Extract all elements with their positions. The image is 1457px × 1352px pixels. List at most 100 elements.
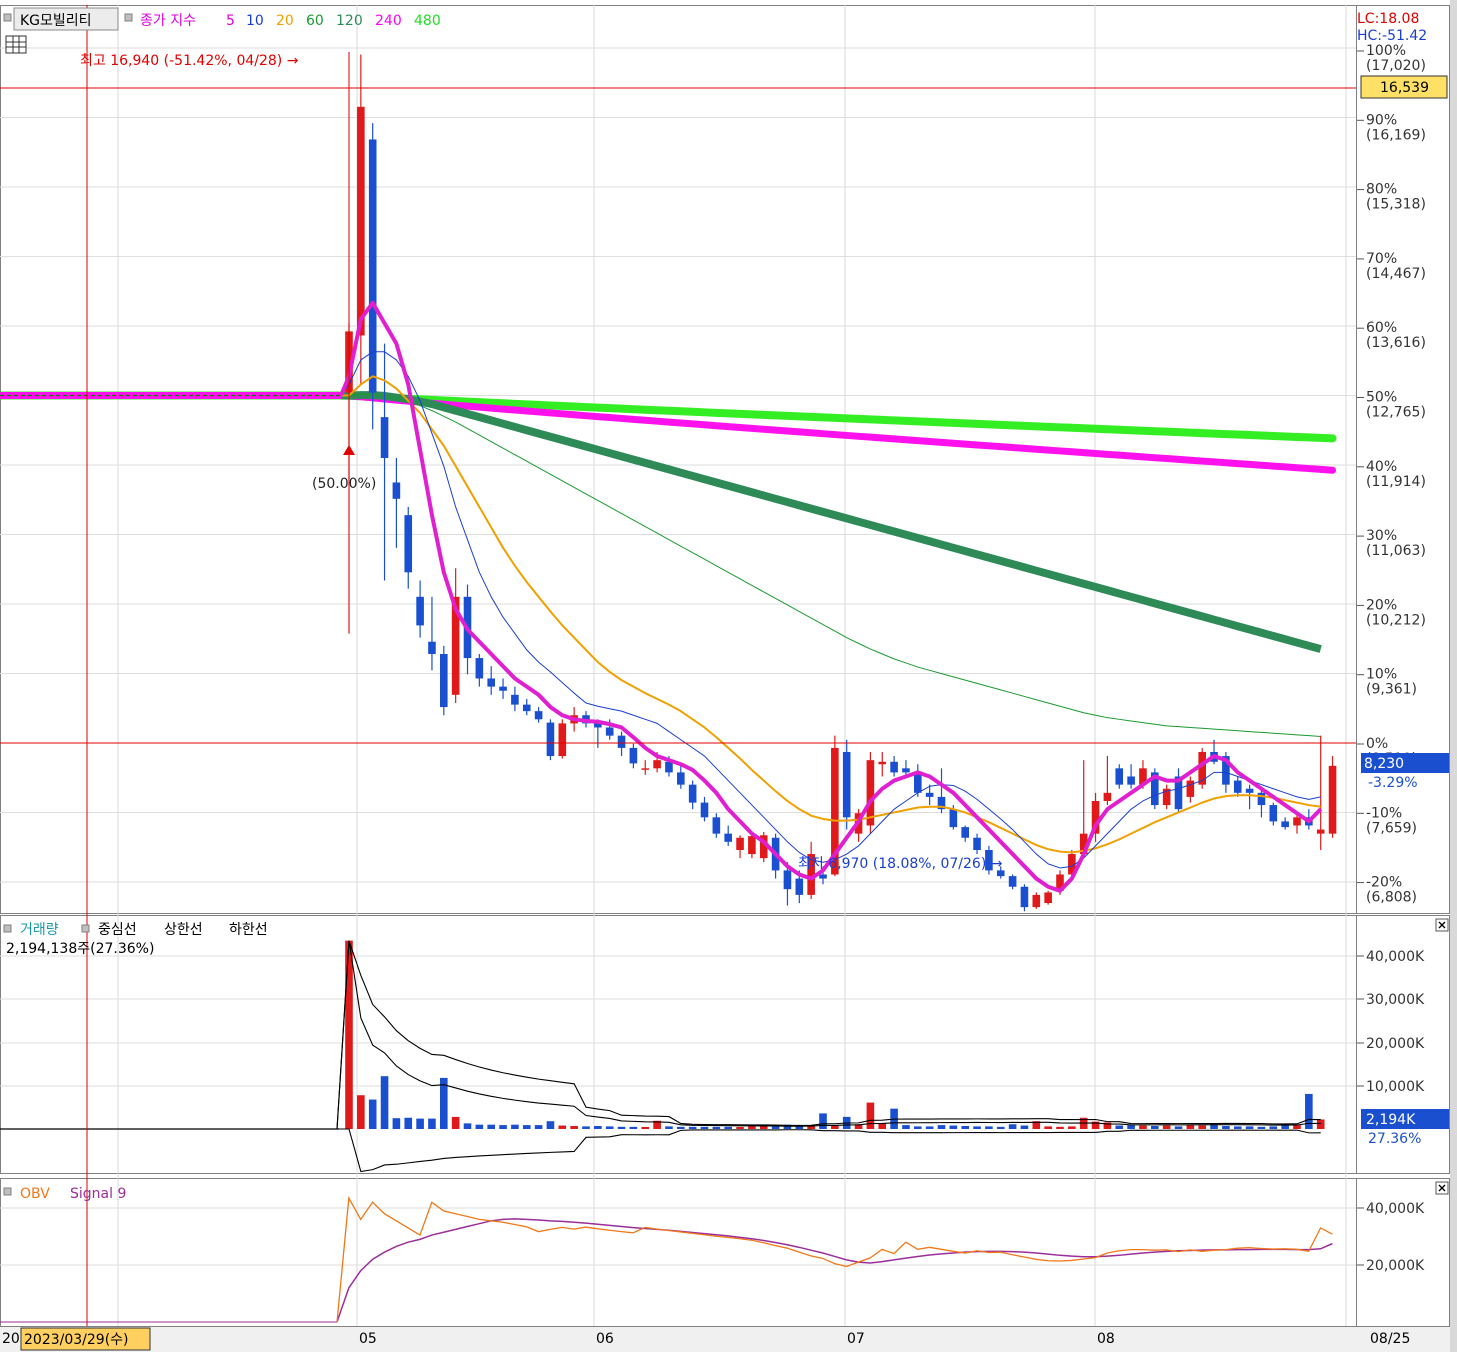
candle-body xyxy=(890,761,898,773)
cursor-date: 2023/03/29(수) xyxy=(24,1332,129,1348)
right-edge-bar xyxy=(1450,0,1457,1352)
month-label-05: 05 xyxy=(359,1331,377,1347)
price-tick-pct: 90% xyxy=(1366,112,1397,128)
volume-bar xyxy=(831,1125,839,1129)
candle-body xyxy=(665,761,673,773)
volume-bar xyxy=(1056,1126,1064,1129)
volume-bar xyxy=(1162,1125,1171,1129)
candle-body xyxy=(949,809,958,828)
price-tick-value: (7,659) xyxy=(1366,820,1417,836)
price-tick-value: (16,169) xyxy=(1366,127,1426,143)
candle-body xyxy=(558,723,567,757)
candle-body xyxy=(1032,894,1041,908)
volume-bar xyxy=(1151,1125,1159,1129)
candle-body xyxy=(534,711,543,720)
volume-bar xyxy=(558,1125,567,1129)
volume-bar xyxy=(1020,1125,1029,1129)
volume-bar xyxy=(1281,1125,1289,1129)
price-tick-pct: 60% xyxy=(1366,320,1397,336)
volume-tick-label: 20,000K xyxy=(1366,1036,1425,1052)
volume-bar xyxy=(866,1102,875,1129)
candle-body xyxy=(368,139,377,393)
candle-body xyxy=(617,735,626,748)
price-tick-pct: 30% xyxy=(1366,528,1397,544)
volume-bar xyxy=(712,1126,721,1129)
volume-legend-icon xyxy=(81,924,90,933)
candle-body xyxy=(1316,829,1325,834)
candle-body xyxy=(653,760,661,769)
volume-bar xyxy=(392,1118,401,1129)
ma-period-120: 120 xyxy=(336,13,363,29)
volume-bar xyxy=(451,1116,460,1129)
volume-bar xyxy=(665,1126,673,1129)
price-tick-value: (9,361) xyxy=(1366,682,1417,698)
obv-panel-close-icon[interactable] xyxy=(1435,1181,1449,1195)
price-tick-value: (14,467) xyxy=(1366,266,1426,282)
candle-body xyxy=(842,751,851,818)
obv-tick-label: 40,000K xyxy=(1366,1201,1425,1217)
stock-name[interactable]: KG모빌리티 xyxy=(20,13,92,29)
volume-legend-upper: 상한선 xyxy=(164,922,203,938)
date-axis-bar xyxy=(0,1327,1457,1352)
price-tick-value: (11,914) xyxy=(1366,474,1426,490)
candle-body xyxy=(1245,788,1254,793)
volume-bar xyxy=(511,1124,519,1129)
month-label-06: 06 xyxy=(596,1331,614,1347)
volume-bar xyxy=(404,1117,413,1129)
price-tick-pct: 20% xyxy=(1366,597,1397,613)
price-tick-pct: 100% xyxy=(1366,43,1406,59)
stock-chart[interactable]: 100%(17,020)90%(16,169)80%(15,318)70%(14… xyxy=(0,0,1457,1352)
table-grid-icon[interactable] xyxy=(5,35,27,54)
crosshair-price: 16,539 xyxy=(1380,80,1429,96)
volume-bar xyxy=(1068,1126,1076,1129)
date-prefix: 20 xyxy=(2,1331,20,1347)
volume-bar xyxy=(925,1126,934,1129)
volume-bar xyxy=(677,1126,685,1129)
candle-body xyxy=(629,747,638,764)
candle-body xyxy=(1186,780,1195,797)
candle-body xyxy=(546,722,555,757)
volume-current-pct: 27.36% xyxy=(1368,1131,1421,1147)
volume-bar xyxy=(1233,1126,1242,1129)
volume-bar xyxy=(700,1126,709,1129)
volume-bar xyxy=(973,1126,981,1129)
volume-bar xyxy=(345,940,353,1129)
volume-legend-center: 중심선 xyxy=(98,922,137,938)
volume-menu-icon[interactable] xyxy=(3,924,12,933)
price-tick-pct: 50% xyxy=(1366,390,1397,406)
price-tick-value: (17,020) xyxy=(1366,58,1426,74)
candle-body xyxy=(357,106,365,336)
volume-bar xyxy=(475,1124,484,1129)
volume-bar xyxy=(819,1113,827,1129)
volume-bar xyxy=(1139,1125,1147,1129)
lc-label: LC:18.08 xyxy=(1357,11,1419,27)
month-label-08: 08 xyxy=(1097,1331,1115,1347)
volume-bar xyxy=(641,1127,650,1129)
volume-bar xyxy=(1245,1126,1254,1129)
candle-body xyxy=(511,694,519,705)
volume-panel-close-icon[interactable] xyxy=(1435,918,1449,932)
volume-bar xyxy=(463,1123,472,1129)
volume-panel-frame xyxy=(0,915,1357,1174)
volume-bar xyxy=(1186,1125,1195,1129)
current-pct: -3.29% xyxy=(1368,775,1418,791)
volume-bar xyxy=(1127,1125,1135,1129)
obv-menu-icon[interactable] xyxy=(3,1187,12,1196)
ma-period-5: 5 xyxy=(226,13,235,29)
volume-tick-label: 40,000K xyxy=(1366,949,1425,965)
candle-body xyxy=(1115,768,1124,785)
volume-bar xyxy=(416,1118,424,1129)
candle-body xyxy=(748,836,756,855)
candle-body xyxy=(428,641,436,654)
pct-marker-label: (50.00%) xyxy=(312,476,376,492)
candle-body xyxy=(1233,780,1242,793)
volume-bar xyxy=(368,1099,377,1129)
menu-square-icon[interactable] xyxy=(3,13,12,22)
candle-body xyxy=(1257,792,1266,806)
candle-body xyxy=(1008,876,1017,887)
price-tick-pct: 0% xyxy=(1366,736,1388,752)
candle-body xyxy=(925,792,934,797)
price-tick-value: (10,212) xyxy=(1366,612,1426,628)
volume-bar xyxy=(487,1124,495,1129)
volume-bar xyxy=(617,1126,626,1129)
